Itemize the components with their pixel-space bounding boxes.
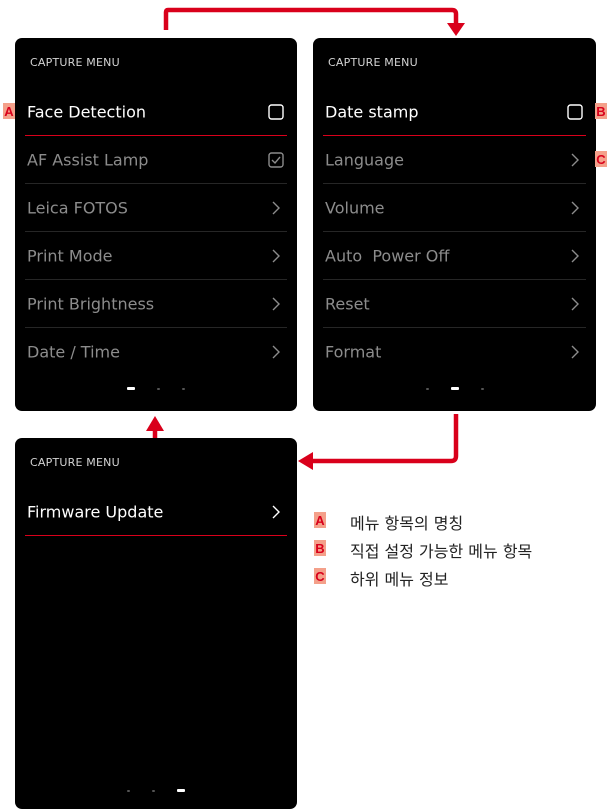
chevron-right-icon xyxy=(566,343,584,361)
menu-title: CAPTURE MENU xyxy=(328,56,418,69)
checkbox-empty-icon[interactable] xyxy=(267,103,285,121)
legend-text: 메뉴 항목의 명칭 xyxy=(350,514,464,533)
legend-text: 직접 설정 가능한 메뉴 항목 xyxy=(350,542,533,561)
chevron-right-icon xyxy=(267,199,285,217)
page-dot xyxy=(152,789,155,792)
page-dot xyxy=(480,387,484,390)
menu-item-label: Leica FOTOS xyxy=(27,198,128,217)
menu-title: CAPTURE MENU xyxy=(30,456,120,469)
menu-item-label: AF Assist Lamp xyxy=(27,150,149,169)
arrow-head-left xyxy=(298,452,313,470)
chevron-right-icon xyxy=(267,295,285,313)
menu-screen-page-1: CAPTURE MENU Face Detection AF Assist La… xyxy=(15,38,297,411)
menu-item-label: Format xyxy=(325,342,382,362)
page-dot-active xyxy=(450,387,459,390)
menu-item-firmware-update[interactable]: Firmware Update xyxy=(25,488,287,536)
chevron-right-icon xyxy=(267,343,285,361)
callout-marker-b: B xyxy=(595,103,607,119)
chevron-right-icon xyxy=(566,295,584,313)
menu-item-label: Reset xyxy=(325,294,370,313)
menu-item-label: Volume xyxy=(325,198,385,217)
menu-screen-page-2: CAPTURE MENU Date stamp Language Volume … xyxy=(313,38,596,411)
chevron-right-icon xyxy=(566,151,584,169)
menu-item-auto-power-off[interactable]: Auto Power Off xyxy=(323,232,586,280)
legend-marker: A xyxy=(314,512,326,528)
menu-item-label: Firmware Update xyxy=(27,502,164,521)
callout-marker-a: A xyxy=(3,103,15,119)
menu-item-label: Date / Time xyxy=(27,342,120,362)
page-indicator xyxy=(15,387,297,390)
page-dot-active xyxy=(127,387,135,390)
legend-text: 하위 메뉴 정보 xyxy=(350,570,449,589)
legend-marker: C xyxy=(314,568,326,584)
menu-item-format[interactable]: Format xyxy=(323,328,586,376)
chevron-right-icon xyxy=(267,503,285,521)
checkbox-empty-icon[interactable] xyxy=(566,103,584,121)
menu-item-label: Language xyxy=(325,150,404,169)
page-dot xyxy=(157,387,160,390)
page-indicator xyxy=(313,387,596,390)
checkbox-checked-icon[interactable] xyxy=(267,151,285,169)
menu-item-af-assist-lamp[interactable]: AF Assist Lamp xyxy=(25,136,287,184)
callout-marker-c: C xyxy=(595,151,607,167)
page-dot xyxy=(425,387,429,390)
page-dot xyxy=(127,789,130,792)
legend-marker: B xyxy=(314,540,326,556)
arrow-head-up xyxy=(146,416,164,431)
page-dot xyxy=(182,387,185,390)
menu-screen-page-3: CAPTURE MENU Firmware Update xyxy=(15,438,297,809)
page-indicator xyxy=(15,789,297,792)
arrow-head-down xyxy=(447,23,465,36)
menu-item-face-detection[interactable]: Face Detection xyxy=(25,88,287,136)
menu-title: CAPTURE MENU xyxy=(30,56,120,69)
menu-item-label: Date stamp xyxy=(325,102,419,121)
menu-item-label: Face Detection xyxy=(27,102,146,121)
chevron-right-icon xyxy=(566,199,584,217)
arrow-screen2-to-screen3 xyxy=(312,414,459,464)
chevron-right-icon xyxy=(267,247,285,265)
menu-item-print-mode[interactable]: Print Mode xyxy=(25,232,287,280)
menu-item-date-stamp[interactable]: Date stamp xyxy=(323,88,586,136)
menu-item-date-time[interactable]: Date / Time xyxy=(25,328,287,376)
menu-item-label: Print Brightness xyxy=(27,294,155,313)
chevron-right-icon xyxy=(566,247,584,265)
menu-item-volume[interactable]: Volume xyxy=(323,184,586,232)
menu-item-reset[interactable]: Reset xyxy=(323,280,586,328)
page-dot-active xyxy=(177,789,185,792)
arrow-screen1-to-screen2 xyxy=(163,7,459,30)
menu-item-language[interactable]: Language xyxy=(323,136,586,184)
menu-item-print-brightness[interactable]: Print Brightness xyxy=(25,280,287,328)
menu-item-label: Auto Power Off xyxy=(325,246,450,265)
menu-item-leica-fotos[interactable]: Leica FOTOS xyxy=(25,184,287,232)
menu-item-label: Print Mode xyxy=(27,246,113,265)
